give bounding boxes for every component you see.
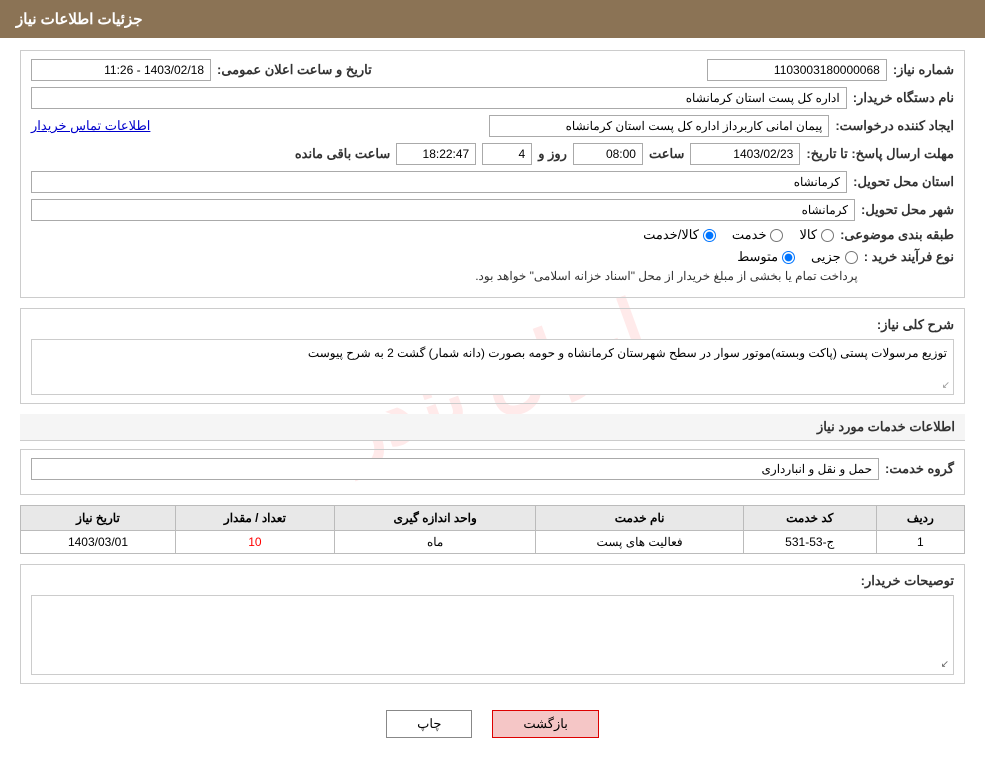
noFarayand-radio-motavasset[interactable]: متوسط bbox=[737, 249, 795, 265]
mohlat-baqi-input[interactable] bbox=[396, 143, 476, 165]
mohlat-label: مهلت ارسال پاسخ: تا تاریخ: bbox=[806, 146, 954, 162]
tabaqe-radio-kala-khadamat[interactable]: کالا/خدمت bbox=[643, 227, 716, 243]
tabaqe-radio-khadamat-label: خدمت bbox=[732, 227, 767, 243]
noFarayand-radio-jozi[interactable]: جزیی bbox=[811, 249, 858, 265]
ijadKonande-label: ایجاد کننده درخواست: bbox=[835, 118, 954, 134]
page-header: جزئیات اطلاعات نیاز bbox=[0, 0, 985, 38]
noFarayand-label: نوع فرآیند خرید : bbox=[864, 249, 954, 265]
sharh-text: توزیع مرسولات پستی (پاکت وبسته)موتور سوا… bbox=[308, 346, 947, 360]
tabaqe-radio-kala-input[interactable] bbox=[821, 229, 834, 242]
noFarayand-radio-motavasset-label: متوسط bbox=[737, 249, 778, 265]
cell-radif: 1 bbox=[876, 531, 964, 554]
mohlat-saat-input[interactable] bbox=[573, 143, 643, 165]
table-row: 1 ج-53-531 فعالیت های پست ماه 10 1403/03… bbox=[21, 531, 965, 554]
tabaqe-label: طبقه بندی موضوعی: bbox=[840, 227, 954, 243]
cell-code: ج-53-531 bbox=[743, 531, 876, 554]
cell-count: 10 bbox=[175, 531, 334, 554]
tarikh-input[interactable] bbox=[31, 59, 211, 81]
khadamat-table-section: ردیف کد خدمت نام خدمت واحد اندازه گیری ت… bbox=[20, 505, 965, 554]
tabaqe-radio-kala-khadamat-label: کالا/خدمت bbox=[643, 227, 699, 243]
sharh-arrow: ↙ bbox=[942, 380, 950, 391]
tabaqe-radio-kala-khadamat-input[interactable] bbox=[703, 229, 716, 242]
khadamat-group-input[interactable] bbox=[31, 458, 879, 480]
namDastgah-input[interactable] bbox=[31, 87, 847, 109]
khadamat-table: ردیف کد خدمت نام خدمت واحد اندازه گیری ت… bbox=[20, 505, 965, 554]
col-code: کد خدمت bbox=[743, 506, 876, 531]
noFarayand-radio-jozi-label: جزیی bbox=[811, 249, 841, 265]
ettelaat-link[interactable]: اطلاعات تماس خریدار bbox=[31, 118, 150, 134]
noFarayand-radio-jozi-input[interactable] bbox=[845, 251, 858, 264]
button-row: بازگشت چاپ bbox=[20, 694, 965, 748]
ijadKonande-input[interactable] bbox=[489, 115, 829, 137]
col-radif: ردیف bbox=[876, 506, 964, 531]
header-title: جزئیات اطلاعات نیاز bbox=[16, 11, 143, 28]
shahr-label: شهر محل تحویل: bbox=[861, 202, 954, 218]
col-unit: واحد اندازه گیری bbox=[334, 506, 536, 531]
ostan-label: استان محل تحویل: bbox=[853, 174, 954, 190]
tabaqe-radio-kala[interactable]: کالا bbox=[799, 227, 834, 243]
tarikh-label: تاریخ و ساعت اعلان عمومی: bbox=[217, 62, 372, 78]
khadamat-section-title: اطلاعات خدمات مورد نیاز bbox=[20, 414, 965, 441]
cell-date: 1403/03/01 bbox=[21, 531, 176, 554]
toseif-box[interactable]: ↙ bbox=[31, 595, 954, 675]
mohlat-roz-input[interactable] bbox=[482, 143, 532, 165]
mohlat-saat-label: ساعت bbox=[649, 146, 684, 162]
noFarayand-radio-group: جزیی متوسط bbox=[475, 249, 858, 265]
col-date: تاریخ نیاز bbox=[21, 506, 176, 531]
shomareNiaz-label: شماره نیاز: bbox=[893, 62, 954, 78]
description-arrow-icon: ↙ bbox=[941, 659, 949, 670]
tabaqe-radio-khadamat-input[interactable] bbox=[770, 229, 783, 242]
col-count: تعداد / مقدار bbox=[175, 506, 334, 531]
ostan-input[interactable] bbox=[31, 171, 847, 193]
shahr-input[interactable] bbox=[31, 199, 855, 221]
mohlat-date-input[interactable] bbox=[690, 143, 800, 165]
print-button[interactable]: چاپ bbox=[386, 710, 472, 738]
noFarayand-note: پرداخت تمام یا بخشی از مبلغ خریدار از مح… bbox=[475, 269, 858, 283]
shomareNiaz-input[interactable] bbox=[707, 59, 887, 81]
noFarayand-radio-motavasset-input[interactable] bbox=[782, 251, 795, 264]
tabaqe-radio-group: کالا خدمت کالا/خدمت bbox=[643, 227, 834, 243]
sharh-box: توزیع مرسولات پستی (پاکت وبسته)موتور سوا… bbox=[31, 339, 954, 395]
toseif-label: توصیحات خریدار: bbox=[834, 573, 954, 589]
back-button[interactable]: بازگشت bbox=[492, 710, 598, 738]
col-name: نام خدمت bbox=[536, 506, 743, 531]
namDastgah-label: نام دستگاه خریدار: bbox=[853, 90, 954, 106]
cell-name: فعالیت های پست bbox=[536, 531, 743, 554]
tabaqe-radio-kala-label: کالا bbox=[799, 227, 817, 243]
mohlat-roz-label: روز و bbox=[538, 146, 567, 162]
khadamat-group-label: گروه خدمت: bbox=[885, 461, 954, 477]
mohlat-baqi-label: ساعت باقی مانده bbox=[295, 146, 390, 162]
sharh-label: شرح کلی نیاز: bbox=[854, 317, 954, 333]
tabaqe-radio-khadamat[interactable]: خدمت bbox=[732, 227, 784, 243]
cell-unit: ماه bbox=[334, 531, 536, 554]
